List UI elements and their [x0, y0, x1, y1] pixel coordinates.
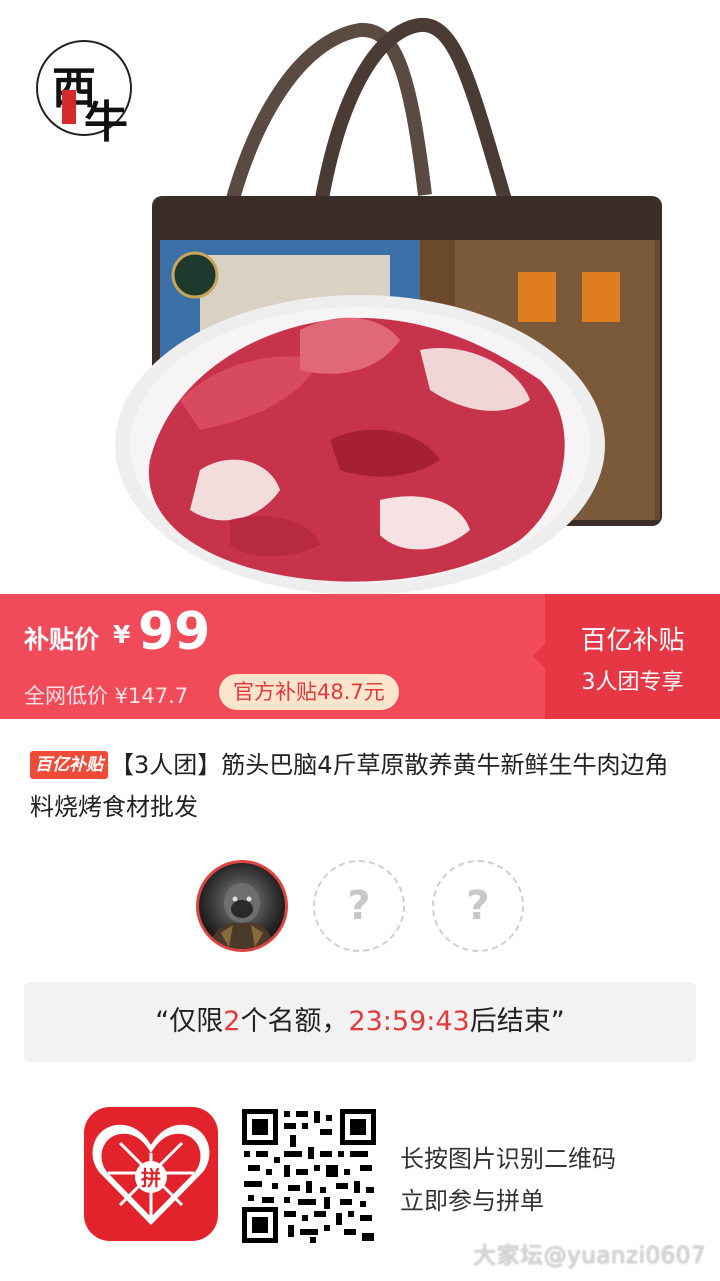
group-leader-avatar[interactable] — [196, 860, 288, 952]
currency-symbol: ¥ — [113, 620, 131, 649]
product-title-text: 【3人团】筋头巴脑4斤草原散养黄牛新鲜生牛肉边角料烧烤食材批发 — [30, 751, 669, 821]
qr-hint-line-2: 立即参与拼单 — [400, 1187, 544, 1215]
qr-code-icon — [240, 1107, 378, 1245]
logo-seal-icon — [62, 90, 76, 124]
group-countdown-notice: “仅限2个名额，23:59:43后结束” — [24, 982, 696, 1062]
countdown-timer: 23:59:43 — [348, 1006, 470, 1037]
product-title: 百亿补贴 【3人团】筋头巴脑4斤草原散养黄牛新鲜生牛肉边角料烧烤食材批发 — [30, 744, 690, 828]
group-exclusive-label: 3人团专享 — [581, 670, 684, 695]
network-low-price: 全网低价 ¥147.7 — [24, 684, 189, 708]
billion-subsidy-panel: 百亿补贴 3人团专享 — [533, 594, 720, 719]
notice-middle: 个名额， — [240, 1006, 349, 1037]
official-subsidy-pill: 官方补贴48.7元 — [219, 674, 399, 710]
heart-shopping-icon: 拼 — [92, 1124, 210, 1225]
notice-prefix: “仅限 — [155, 1006, 224, 1037]
empty-group-slot[interactable]: ? — [313, 860, 405, 952]
qr-code[interactable] — [240, 1107, 378, 1245]
pinduoduo-app-logo: 拼 — [84, 1107, 218, 1241]
billion-subsidy-badge: 百亿补贴 — [30, 751, 108, 779]
qr-hint-line-1: 长按图片识别二维码 — [400, 1145, 616, 1173]
product-image[interactable]: 西 牛 — [0, 0, 720, 594]
empty-group-slot[interactable]: ? — [432, 860, 524, 952]
remaining-slots-count: 2 — [223, 1006, 241, 1037]
forum-watermark: 大家坛@yuanzi0607 — [473, 1243, 706, 1269]
brand-logo: 西 牛 — [36, 40, 132, 148]
logo-char-2: 牛 — [84, 97, 128, 148]
price-banner: 补贴价 ¥ 99 全网低价 ¥147.7 官方补贴48.7元 百亿补贴 3人团专… — [0, 594, 720, 719]
notice-suffix: 后结束” — [469, 1006, 565, 1037]
app-logo-glyph: 拼 — [141, 1166, 161, 1190]
subsidy-price: 99 — [138, 602, 211, 662]
gorilla-avatar-icon — [209, 883, 275, 949]
subsidy-price-label: 补贴价 — [24, 625, 100, 654]
billion-subsidy-title: 百亿补贴 — [580, 626, 685, 656]
